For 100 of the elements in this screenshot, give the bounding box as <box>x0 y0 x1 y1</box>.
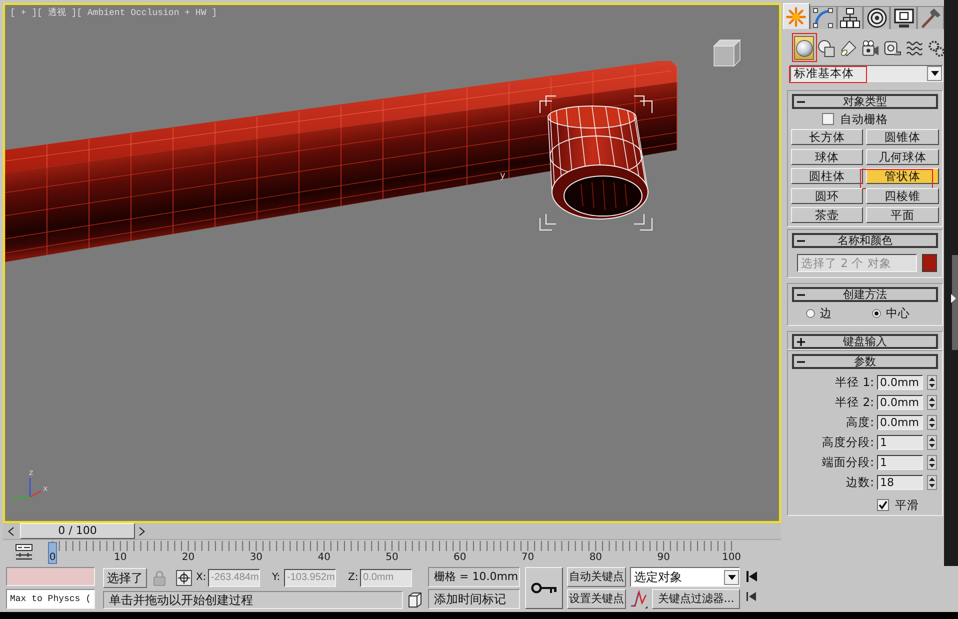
frame-number: 90 <box>657 552 670 564</box>
grid-size-status: 栅格 = 10.0mm <box>428 567 520 587</box>
key-set-dropdown[interactable]: 选定对象 <box>630 567 740 587</box>
frame-number: 70 <box>521 552 534 564</box>
dropdown-arrow-button[interactable] <box>927 66 942 81</box>
checkbox-label[interactable]: 自动栅格 <box>840 112 888 126</box>
rollout-header[interactable]: 参数 <box>792 354 938 369</box>
spinner-label: 高度: <box>845 415 875 429</box>
object-class-dropdown[interactable]: 标准基本体 <box>790 65 943 82</box>
radio-button[interactable] <box>806 308 815 318</box>
arrow-right-icon[interactable] <box>951 294 956 303</box>
key-button[interactable] <box>525 567 563 609</box>
radio-label[interactable]: 边 <box>820 306 832 320</box>
tape-measure-icon <box>884 40 900 56</box>
primitive-button[interactable]: 管状体 <box>866 168 939 184</box>
spinner-label: 半径 2: <box>834 395 875 409</box>
spinner-button[interactable] <box>927 414 937 430</box>
curve-icon <box>813 8 834 28</box>
rollout-header[interactable]: 键盘输入 <box>792 334 938 349</box>
dropdown-arrow-button[interactable] <box>724 570 739 584</box>
monitor-icon <box>894 8 914 28</box>
time-slider-thumb[interactable]: 0 / 100 <box>20 523 135 539</box>
time-tag-button[interactable]: 添加时间标记 <box>428 589 520 609</box>
chevron-left-icon <box>8 526 14 536</box>
axis-label: x <box>43 484 48 493</box>
primitive-button[interactable]: 几何球体 <box>866 148 939 164</box>
spotlight-icon <box>840 40 856 56</box>
primitive-button[interactable]: 长方体 <box>791 129 863 145</box>
sun-icon <box>786 6 806 26</box>
selection-status: 选择了 <box>103 568 147 588</box>
script-output-field[interactable]: Max to Physcs ( <box>6 589 95 609</box>
checkbox[interactable] <box>822 113 834 125</box>
radio-label[interactable]: 中心 <box>886 306 910 320</box>
primitive-button[interactable]: 圆锥体 <box>866 129 939 145</box>
frame-number: 0 <box>49 552 56 564</box>
primitive-button[interactable]: 平面 <box>866 207 939 223</box>
checkbox-label[interactable]: 平滑 <box>895 498 919 512</box>
key-filters-button[interactable]: 关键点过滤器... <box>652 589 740 609</box>
hierarchy-icon <box>840 8 860 28</box>
primitive-button[interactable]: 圆环 <box>791 188 863 204</box>
axis-label: z <box>29 468 34 477</box>
key-icon <box>531 582 557 594</box>
sphere-icon <box>796 40 812 56</box>
spinner-field[interactable]: 1 <box>877 454 923 470</box>
spinner-button[interactable] <box>927 394 937 410</box>
spinner-field[interactable]: 0.0mm <box>877 374 923 390</box>
primitive-button[interactable]: 四棱锥 <box>866 188 939 204</box>
frame-number: 100 <box>722 552 742 564</box>
waves-icon <box>906 40 922 56</box>
rollout-header[interactable]: 创建方法 <box>792 287 938 302</box>
camera-icon <box>862 40 878 56</box>
crosshair-icon[interactable] <box>176 570 192 586</box>
axis-label: X: <box>196 572 208 584</box>
panel-icon[interactable] <box>15 544 33 560</box>
axis-label: Z: <box>348 572 360 584</box>
frame-number: 60 <box>454 552 466 564</box>
radio-button[interactable] <box>872 308 881 318</box>
checkbox[interactable] <box>877 499 889 511</box>
spinner-button[interactable] <box>927 454 937 470</box>
caret-icon <box>728 574 736 580</box>
scrollbar-thumb[interactable] <box>952 255 958 350</box>
spinner-label: 端面分段: <box>821 455 875 469</box>
panel-tab[interactable] <box>836 6 864 29</box>
skip-back-icon[interactable] <box>746 591 757 602</box>
set-key-button[interactable]: 设置关键点 <box>567 589 626 609</box>
listener-field[interactable] <box>6 567 95 586</box>
frame-number: 20 <box>182 552 195 564</box>
auto-key-button[interactable]: 自动关键点 <box>567 567 626 587</box>
caret-icon <box>930 71 938 76</box>
frame-number: 10 <box>114 552 127 564</box>
time-slider-track[interactable]: 0 / 100 <box>3 523 781 540</box>
spinner-button[interactable] <box>927 374 937 390</box>
spinner-button[interactable] <box>927 474 937 490</box>
primitive-button[interactable]: 圆柱体 <box>791 168 863 184</box>
primitive-button[interactable]: 茶壶 <box>791 207 863 223</box>
cube-icon[interactable] <box>408 592 422 608</box>
axis-label: Y: <box>272 572 282 584</box>
spinner-field[interactable]: 18 <box>877 474 923 490</box>
target-icon <box>866 8 887 28</box>
plus-icon <box>797 338 805 346</box>
spinner-field[interactable]: 1 <box>877 434 923 450</box>
current-frame-marker[interactable]: 0 <box>48 542 57 564</box>
panel-tab[interactable] <box>890 6 918 29</box>
color-swatch[interactable] <box>922 254 937 272</box>
frame-number: 50 <box>386 552 398 564</box>
axis-tripod-icon <box>12 478 42 500</box>
skip-to-start-icon[interactable] <box>746 570 757 583</box>
spinner-label: 边数: <box>845 475 875 489</box>
line-graph-icon[interactable] <box>630 589 648 609</box>
spinner-field[interactable]: 0.0mm <box>877 394 923 410</box>
panel-tab[interactable] <box>863 6 890 29</box>
spinner-label: 高度分段: <box>821 435 875 449</box>
rollout-header[interactable]: 对象类型 <box>792 94 938 109</box>
panel-tab[interactable] <box>810 6 837 29</box>
primitive-button[interactable]: 球体 <box>791 148 863 164</box>
panel-scrollbar[interactable] <box>944 0 958 566</box>
gears-icon <box>928 40 944 56</box>
spinner-button[interactable] <box>927 434 937 450</box>
spinner-field[interactable]: 0.0mm <box>877 414 923 430</box>
rollout-header[interactable]: 名称和颜色 <box>792 233 938 248</box>
